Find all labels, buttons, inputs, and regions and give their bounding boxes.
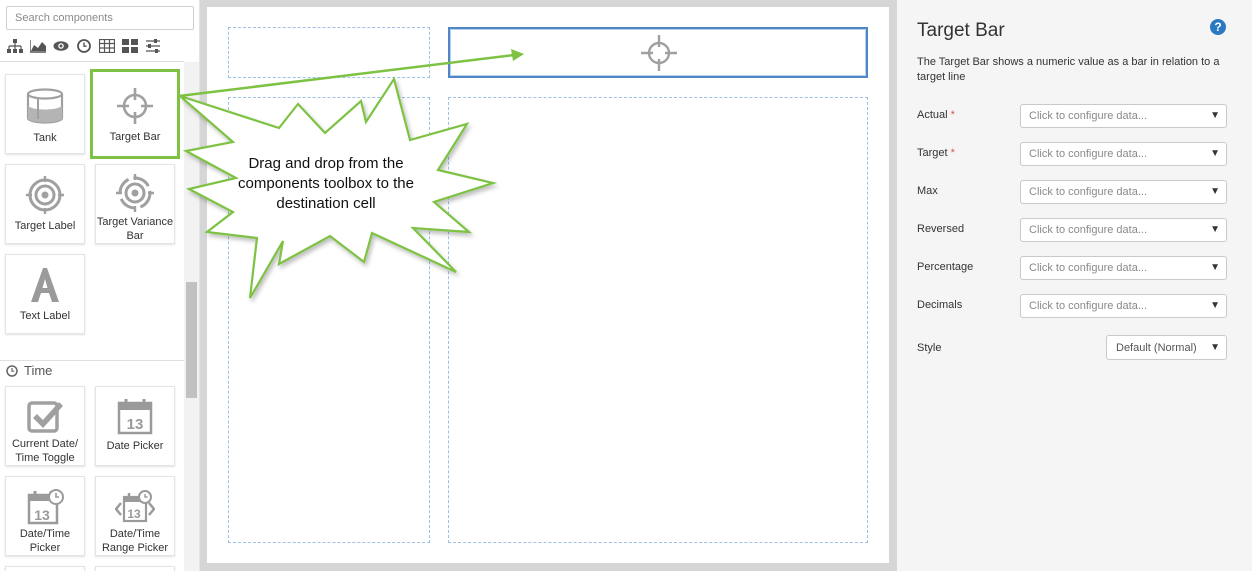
sliders-icon[interactable] xyxy=(144,38,161,54)
tile-text-label[interactable]: Text Label xyxy=(5,254,85,334)
caret-down-icon: ▼ xyxy=(1210,262,1220,273)
properties-panel: Target Bar ? The Target Bar shows a nume… xyxy=(897,0,1252,571)
target-data-select[interactable]: Click to configure data... ▼ xyxy=(1020,142,1227,166)
clock-icon xyxy=(6,364,18,377)
dashboard-canvas xyxy=(207,7,889,563)
prop-label-reversed: Reversed xyxy=(917,223,965,235)
tile-label: Date Picker xyxy=(106,440,164,452)
decimals-data-select[interactable]: Click to configure data... ▼ xyxy=(1020,294,1227,318)
callout-text: Drag and drop from the components toolbo… xyxy=(238,155,414,212)
tile-target-variance-bar[interactable]: Target Variance Bar xyxy=(95,164,175,244)
prop-label-actual: Actual * xyxy=(917,109,955,121)
tile-label: Current Date/ Time Toggle xyxy=(11,438,79,464)
layout-cell[interactable] xyxy=(448,97,868,543)
caret-down-icon: ▼ xyxy=(1210,300,1220,311)
max-data-select[interactable]: Click to configure data... ▼ xyxy=(1020,180,1227,204)
section-title: Time xyxy=(24,363,53,378)
tile-label: Date/Time Range Picker xyxy=(101,528,169,554)
toolbox-scrollbar-thumb[interactable] xyxy=(186,282,197,398)
tile-target-label[interactable]: Target Label xyxy=(5,164,85,244)
text-label-icon xyxy=(31,268,59,302)
calendar-clock-icon: 13 xyxy=(27,489,64,525)
caret-down-icon: ▼ xyxy=(1210,224,1220,235)
tile-label: Date/Time Picker xyxy=(19,528,71,554)
tile-label: Tank xyxy=(33,132,57,144)
layout-cell[interactable] xyxy=(228,27,430,78)
tile-date-picker[interactable]: 13 Date Picker xyxy=(95,386,175,466)
section-header-time[interactable]: Time xyxy=(0,360,184,380)
grid-icon[interactable] xyxy=(121,38,138,54)
search-input[interactable] xyxy=(6,6,194,30)
tile-target-bar[interactable]: Target Bar xyxy=(90,69,180,159)
prop-label-target: Target * xyxy=(917,147,955,159)
tile-datetime-range-picker[interactable]: 13 Date/Time Range Picker xyxy=(95,476,175,556)
caret-down-icon: ▼ xyxy=(1210,186,1220,197)
table-icon[interactable] xyxy=(98,38,115,54)
prop-label-style: Style xyxy=(917,342,942,354)
target-variance-icon xyxy=(116,174,154,212)
caret-down-icon: ▼ xyxy=(1210,342,1220,353)
tile-partial[interactable] xyxy=(5,566,85,571)
actual-data-select[interactable]: Click to configure data... ▼ xyxy=(1020,104,1227,128)
tile-datetime-picker[interactable]: 13 Date/Time Picker xyxy=(5,476,85,556)
divider xyxy=(0,61,184,62)
eye-icon[interactable] xyxy=(52,38,69,54)
calendar-day: 13 xyxy=(127,416,144,433)
target-crosshair-icon xyxy=(117,88,153,124)
target-label-icon xyxy=(26,176,64,214)
tile-tank[interactable]: Tank xyxy=(5,74,85,154)
calendar-day: 13 xyxy=(127,507,141,521)
tile-label: Target Bar xyxy=(109,131,161,143)
layout-cell-target[interactable] xyxy=(448,27,868,78)
hierarchy-icon[interactable] xyxy=(6,38,23,54)
components-toolbox: Tank Target Bar Target Label Target Vari… xyxy=(0,0,200,571)
calendar-icon: 13 xyxy=(117,399,153,435)
reversed-data-select[interactable]: Click to configure data... ▼ xyxy=(1020,218,1227,242)
caret-down-icon: ▼ xyxy=(1210,110,1220,121)
calendar-day: 13 xyxy=(34,507,50,523)
clock-icon[interactable] xyxy=(75,38,92,54)
tile-current-datetime-toggle[interactable]: Current Date/ Time Toggle xyxy=(5,386,85,466)
style-select[interactable]: Default (Normal) ▼ xyxy=(1106,335,1227,360)
calendar-range-icon: 13 xyxy=(115,490,155,523)
prop-label-max: Max xyxy=(917,185,938,197)
tile-label: Target Variance Bar xyxy=(96,216,174,242)
tank-icon xyxy=(26,88,64,124)
panel-title: Target Bar xyxy=(917,20,1005,41)
percentage-data-select[interactable]: Click to configure data... ▼ xyxy=(1020,256,1227,280)
tile-label: Text Label xyxy=(19,310,71,322)
help-icon[interactable]: ? xyxy=(1210,19,1226,35)
panel-description: The Target Bar shows a numeric value as … xyxy=(917,56,1220,83)
caret-down-icon: ▼ xyxy=(1210,148,1220,159)
prop-label-percentage: Percentage xyxy=(917,261,974,273)
area-chart-icon[interactable] xyxy=(29,38,46,54)
prop-label-decimals: Decimals xyxy=(917,299,963,311)
checkbox-icon xyxy=(27,401,64,433)
tile-partial[interactable] xyxy=(95,566,175,571)
target-crosshair-icon xyxy=(641,35,677,71)
category-filter-bar xyxy=(6,37,161,55)
tile-label: Target Label xyxy=(14,220,76,232)
